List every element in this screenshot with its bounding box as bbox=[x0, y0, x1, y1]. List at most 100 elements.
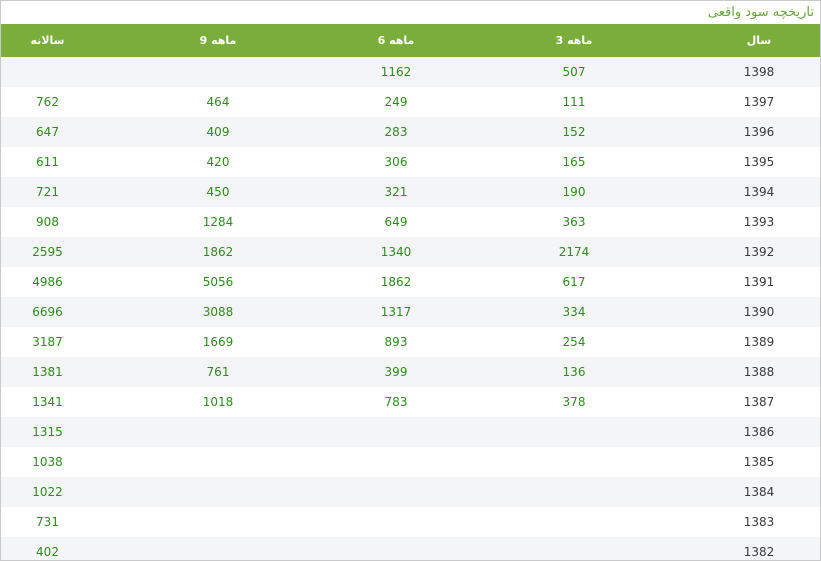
column-header-annual[interactable]: سالانه bbox=[1, 24, 94, 57]
cell-nine-month: 1669 bbox=[202, 335, 234, 349]
column-header-three-month[interactable]: 3 ماهه bbox=[450, 24, 698, 57]
cell-annual: 762 bbox=[36, 95, 59, 109]
cell-nine-month bbox=[94, 417, 342, 447]
cell-annual: 402 bbox=[36, 545, 59, 559]
column-header-six-month[interactable]: 6 ماهه bbox=[342, 24, 450, 57]
cell-nine-month: 1284 bbox=[202, 215, 234, 229]
cell-six-month: 283 bbox=[384, 125, 408, 139]
table-row: 1022 1384 bbox=[1, 477, 820, 507]
cell-three-month: 190 bbox=[562, 185, 586, 199]
column-header-nine-month[interactable]: 9 ماهه bbox=[94, 24, 342, 57]
cell-three-month: 254 bbox=[562, 335, 586, 349]
cell-annual: 647 bbox=[36, 125, 59, 139]
cell-annual: 4986 bbox=[32, 275, 63, 289]
cell-nine-month bbox=[94, 537, 342, 560]
profit-history-panel: تاریخچه سود واقعی سالانه 9 ماهه 6 ماهه 3… bbox=[0, 0, 821, 561]
cell-nine-month: 450 bbox=[206, 185, 230, 199]
cell-three-month bbox=[450, 507, 698, 537]
cell-six-month: 649 bbox=[384, 215, 408, 229]
cell-annual: 731 bbox=[36, 515, 59, 529]
panel-title-bar: تاریخچه سود واقعی bbox=[1, 1, 820, 24]
cell-year: 1394 bbox=[743, 185, 775, 199]
cell-six-month: 783 bbox=[384, 395, 408, 409]
cell-six-month: 1340 bbox=[380, 245, 412, 259]
cell-annual: 1038 bbox=[32, 455, 63, 469]
table-row: 1381 761 399 136 1388 bbox=[1, 357, 820, 387]
cell-year: 1397 bbox=[743, 95, 775, 109]
table-row: 1038 1385 bbox=[1, 447, 820, 477]
table-row: 908 1284 649 363 1393 bbox=[1, 207, 820, 237]
cell-annual: 908 bbox=[36, 215, 59, 229]
cell-six-month bbox=[342, 477, 450, 507]
cell-nine-month: 420 bbox=[206, 155, 230, 169]
cell-annual: 2595 bbox=[32, 245, 63, 259]
cell-year: 1388 bbox=[743, 365, 775, 379]
cell-six-month: 1162 bbox=[380, 65, 412, 79]
cell-six-month: 893 bbox=[384, 335, 408, 349]
cell-six-month bbox=[342, 537, 450, 560]
table-row: 402 1382 bbox=[1, 537, 820, 560]
table-row: 1315 1386 bbox=[1, 417, 820, 447]
cell-year: 1390 bbox=[743, 305, 775, 319]
cell-annual: 1381 bbox=[32, 365, 63, 379]
cell-three-month: 111 bbox=[562, 95, 586, 109]
table-row: 1341 1018 783 378 1387 bbox=[1, 387, 820, 417]
profit-history-table: سالانه 9 ماهه 6 ماهه 3 ماهه سال 1162 507 1… bbox=[1, 24, 820, 560]
cell-year: 1395 bbox=[743, 155, 775, 169]
cell-nine-month: 5056 bbox=[202, 275, 234, 289]
cell-year: 1386 bbox=[743, 425, 775, 439]
cell-annual: 1022 bbox=[32, 485, 63, 499]
cell-nine-month bbox=[94, 477, 342, 507]
cell-six-month: 249 bbox=[384, 95, 408, 109]
cell-year: 1385 bbox=[743, 455, 775, 469]
table-row: 731 1383 bbox=[1, 507, 820, 537]
cell-six-month: 1862 bbox=[380, 275, 412, 289]
cell-year: 1382 bbox=[743, 545, 775, 559]
cell-year: 1387 bbox=[743, 395, 775, 409]
cell-year: 1393 bbox=[743, 215, 775, 229]
cell-six-month: 1317 bbox=[380, 305, 412, 319]
cell-three-month: 334 bbox=[562, 305, 586, 319]
cell-nine-month: 409 bbox=[206, 125, 230, 139]
cell-year: 1398 bbox=[743, 65, 775, 79]
cell-annual: 6696 bbox=[32, 305, 63, 319]
cell-nine-month: 3088 bbox=[202, 305, 234, 319]
cell-nine-month bbox=[94, 57, 342, 87]
table-row: 4986 5056 1862 617 1391 bbox=[1, 267, 820, 297]
cell-year: 1396 bbox=[743, 125, 775, 139]
header-row: سالانه 9 ماهه 6 ماهه 3 ماهه سال bbox=[1, 24, 820, 57]
cell-annual: 721 bbox=[36, 185, 59, 199]
cell-nine-month: 1862 bbox=[202, 245, 234, 259]
cell-three-month: 152 bbox=[562, 125, 586, 139]
cell-three-month: 2174 bbox=[558, 245, 590, 259]
cell-six-month: 399 bbox=[384, 365, 408, 379]
cell-nine-month bbox=[94, 447, 342, 477]
table-row: 721 450 321 190 1394 bbox=[1, 177, 820, 207]
cell-six-month: 306 bbox=[384, 155, 408, 169]
table-row: 2595 1862 1340 2174 1392 bbox=[1, 237, 820, 267]
cell-year: 1383 bbox=[743, 515, 775, 529]
table-row: 1162 507 1398 bbox=[1, 57, 820, 87]
cell-year: 1391 bbox=[743, 275, 775, 289]
column-header-year[interactable]: سال bbox=[698, 24, 820, 57]
table-body: 1162 507 1398 762 464 249 111 1397 647 409 283 152 1… bbox=[1, 57, 820, 560]
cell-three-month bbox=[450, 447, 698, 477]
cell-six-month: 321 bbox=[384, 185, 408, 199]
table-row: 647 409 283 152 1396 bbox=[1, 117, 820, 147]
cell-annual bbox=[1, 57, 94, 87]
cell-year: 1389 bbox=[743, 335, 775, 349]
cell-three-month bbox=[450, 537, 698, 560]
table-header: سالانه 9 ماهه 6 ماهه 3 ماهه سال bbox=[1, 24, 820, 57]
cell-three-month bbox=[450, 417, 698, 447]
cell-six-month bbox=[342, 447, 450, 477]
table-row: 3187 1669 893 254 1389 bbox=[1, 327, 820, 357]
cell-three-month bbox=[450, 477, 698, 507]
cell-annual: 3187 bbox=[32, 335, 63, 349]
table-row: 762 464 249 111 1397 bbox=[1, 87, 820, 117]
cell-annual: 1341 bbox=[32, 395, 63, 409]
cell-three-month: 378 bbox=[562, 395, 586, 409]
cell-annual: 611 bbox=[36, 155, 59, 169]
cell-annual: 1315 bbox=[32, 425, 63, 439]
cell-three-month: 617 bbox=[562, 275, 586, 289]
cell-year: 1392 bbox=[743, 245, 775, 259]
